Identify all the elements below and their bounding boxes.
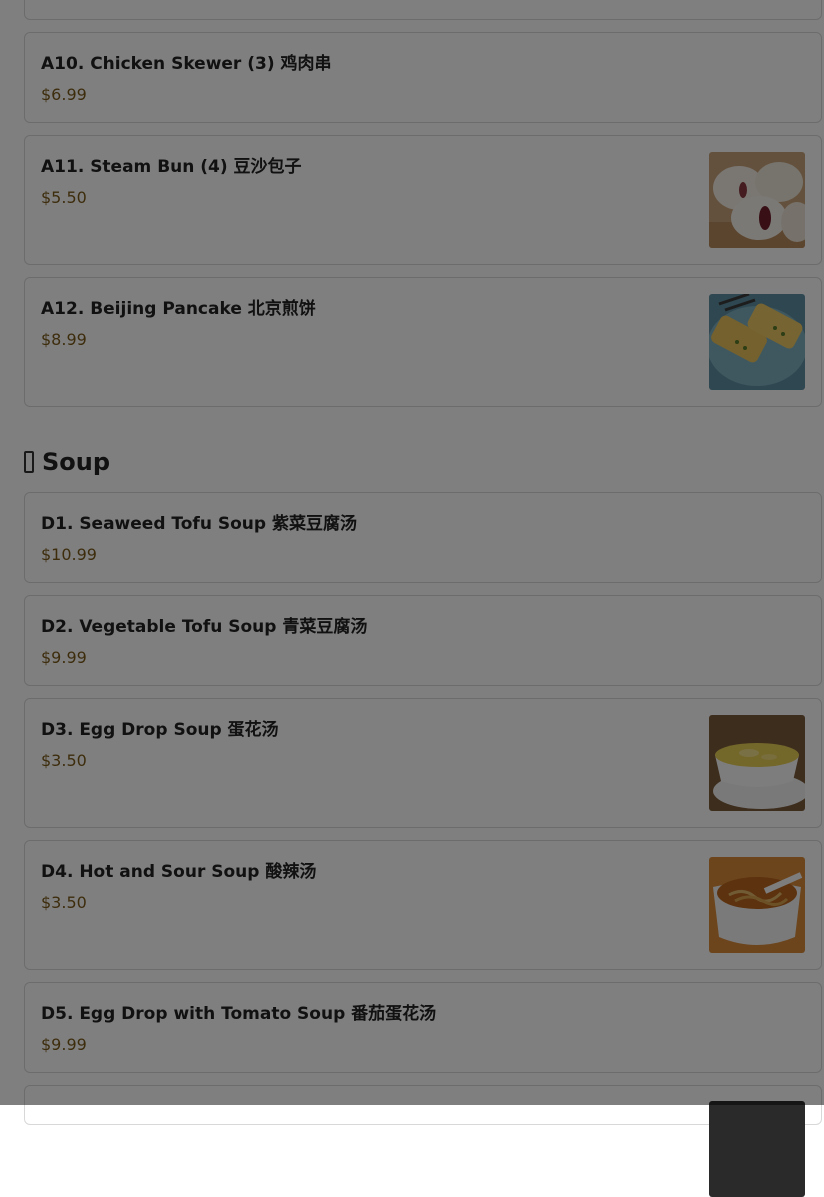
next-item-photo[interactable] — [709, 1101, 805, 1197]
modal-backdrop-overlay[interactable] — [0, 0, 824, 1105]
